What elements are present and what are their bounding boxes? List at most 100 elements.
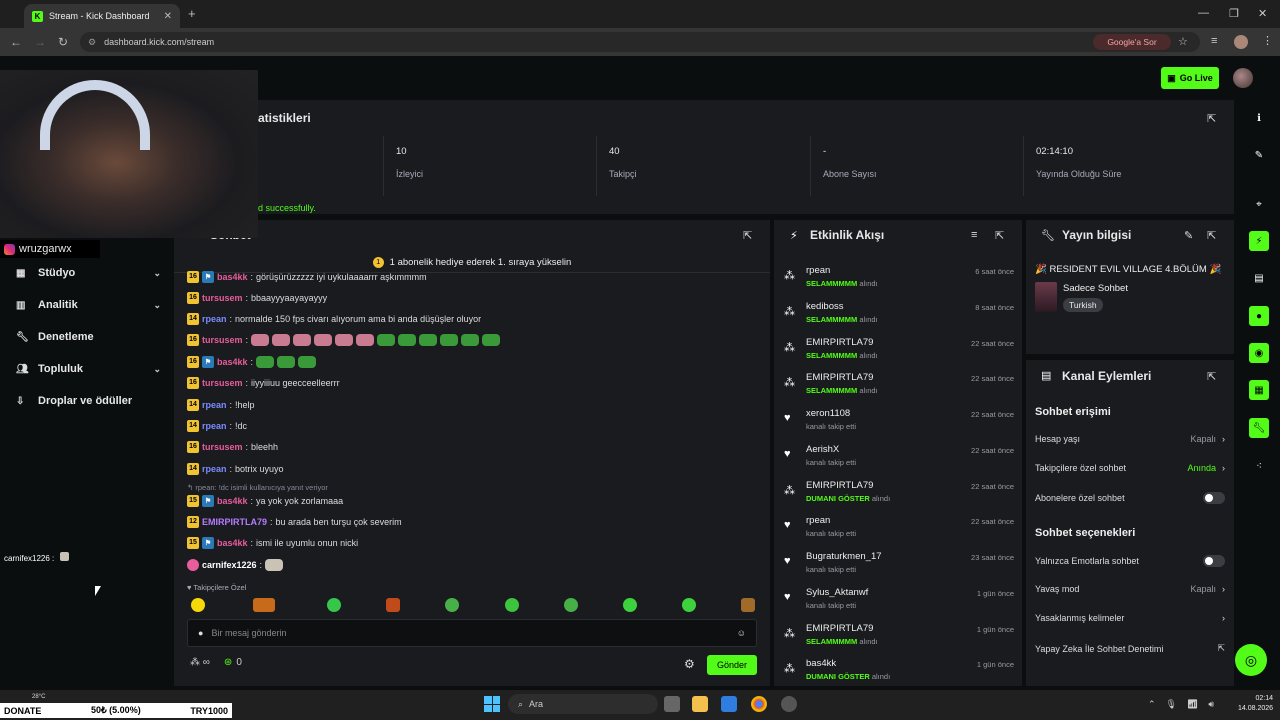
emote-button[interactable] [386,598,400,612]
chat-message[interactable]: 14 rpean: botrix uyuyo [187,460,284,477]
maximize-icon[interactable]: ❐ [1229,7,1239,20]
chat-username[interactable]: bas4kk [217,496,248,506]
emote-only-toggle[interactable] [1203,555,1225,567]
emote-button[interactable] [564,598,578,612]
share-icon[interactable]: ⁖ [1249,456,1269,476]
microphone-icon[interactable]: 🎙︎ [1166,699,1177,710]
chat-message[interactable]: 14 rpean: normalde 150 fps civarı alıyorum… [187,310,481,327]
popout-icon[interactable]: ⇱ [1207,229,1216,242]
taskbar-search[interactable]: ⌕ Ara [508,694,658,714]
chat-message[interactable]: 14 rpean: !help [187,396,255,413]
feed-item[interactable]: ⁂ EMIRPIRTLA79 SELAMMMMM alındı 1 gün önce [784,620,1014,656]
emote-button[interactable] [505,598,519,612]
feed-item[interactable]: ♥ rpean kanalı takip etti 22 saat önce [784,512,1014,548]
emote-button[interactable] [191,598,205,612]
send-button[interactable]: Gönder [707,655,757,675]
reload-icon[interactable]: ↻ [58,35,68,49]
feed-item[interactable]: ♥ xeron1108 kanalı takip etti 22 saat önce [784,405,1014,441]
chat-username[interactable]: rpean [202,400,227,410]
wrench-icon[interactable]: 🔧︎ [1249,418,1269,438]
chat-message[interactable]: 16 ⚑ bas4kk: görüşürüzzzzz iyi uykulaaaarrr… [187,268,427,285]
popout-icon[interactable]: ⇱ [1207,112,1216,125]
chat-message[interactable]: 16 tursusem: bleehh [187,438,278,455]
browser-tab[interactable]: K Stream - Kick Dashboard ✕ [24,4,180,28]
edit-icon[interactable]: ✎ [1184,229,1193,242]
wifi-icon[interactable]: 📶︎ [1187,699,1198,710]
site-info-icon[interactable]: ⚙ [88,37,96,48]
sidebar-item-moderation[interactable]: 🔧︎ Denetleme [16,331,161,343]
lightning-icon[interactable]: ⚡︎ [1249,231,1269,251]
banned-words-row[interactable]: Yasaklanmış kelimeler › [1035,613,1225,623]
chat-message[interactable]: 12 EMIRPIRTLA79: bu arada ben turşu çok se… [187,513,402,530]
chat-settings-icon[interactable]: ⚙ [684,657,695,671]
filter-icon[interactable]: ≡ [971,229,977,241]
volume-icon[interactable]: 🔊︎ [1208,699,1214,710]
feed-item[interactable]: ⁂ bas4kk DUMANI GÖSTER alındı 1 gün önce [784,655,1014,691]
chat-username[interactable]: tursusem [202,442,243,452]
chat-message[interactable]: 16 tursusem: [187,331,503,348]
chevron-up-icon[interactable]: ⌃ [1148,699,1156,710]
capture-icon[interactable]: ⌖ [1249,194,1269,214]
profile-avatar[interactable] [1234,35,1248,49]
chat-username[interactable]: bas4kk [217,538,248,548]
chat-message[interactable]: 14 rpean: !dc [187,417,247,434]
address-bar[interactable]: ⚙ dashboard.kick.com/stream [80,32,1200,52]
chat-bubble-icon[interactable]: ● [1249,306,1269,326]
help-chat-button[interactable]: ◎ [1235,644,1267,676]
chat-username[interactable]: rpean [202,464,227,474]
google-sor-button[interactable]: Google'a Sor [1093,34,1171,50]
feed-item[interactable]: ♥ AerishX kanalı takip etti 22 saat önce [784,441,1014,477]
chat-username[interactable]: carnifex1226 [202,560,257,570]
chat-username[interactable]: rpean [202,421,227,431]
task-view-icon[interactable] [664,696,680,712]
sidebar-item-studio[interactable]: ▦ Stüdyo ⌄ [16,267,161,279]
sidebar-item-community[interactable]: 👥︎ Topluluk ⌄ [16,363,161,375]
panel-icon[interactable]: ▦ [1249,380,1269,400]
info-icon[interactable]: ℹ [1249,108,1269,128]
feed-item[interactable]: ⁂ rpean SELAMMMMM alındı 6 saat önce [784,262,1014,298]
feed-item[interactable]: ♥ Bugraturkmen_17 kanalı takip etti 23 saat… [784,548,1014,584]
popout-icon[interactable]: ⇱ [995,229,1004,242]
reading-list-icon[interactable]: ≡ [1211,35,1217,47]
chat-message[interactable]: 15 ⚑ bas4kk: ismi ile uyumlu onun nicki [187,534,358,551]
emote-button[interactable] [327,598,341,612]
emote-button[interactable] [741,598,755,612]
pencil-icon[interactable]: ✎ [1249,145,1269,165]
broadcast-icon[interactable]: ◉ [1249,343,1269,363]
emoji-picker-icon[interactable]: ☺ [737,628,746,638]
chat-username[interactable]: rpean [202,314,227,324]
browser-menu-icon[interactable]: ⋮ [1262,34,1273,47]
chat-message[interactable]: 16 tursusem: bbaayyyaayayayyy [187,289,327,306]
chat-message[interactable]: 15 ⚑ bas4kk: ya yok yok zorlamaaa [187,492,343,509]
chat-input[interactable]: ● Bir mesaj gönderin ☺ [187,619,757,647]
subs-only-toggle[interactable] [1203,492,1225,504]
emote-button[interactable] [682,598,696,612]
system-tray[interactable]: ⌃ 🎙︎ 📶︎ 🔊︎ [1148,699,1214,710]
windows-start-icon[interactable] [484,696,500,712]
chat-username[interactable]: tursusem [202,293,243,303]
feed-item[interactable]: ⁂ EMIRPIRTLA79 SELAMMMMM alındı 22 saat önc… [784,369,1014,405]
slow-mode-row[interactable]: Yavaş mod Kapalı › [1035,584,1225,594]
feed-item[interactable]: ⁂ kediboss SELAMMMMM alındı 8 saat önce [784,298,1014,334]
go-live-button[interactable]: ▣ Go Live [1161,67,1219,89]
file-explorer-icon[interactable] [692,696,708,712]
chat-message[interactable]: 16 tursusem: iiyyiiiuu geecceelleerrr [187,374,340,391]
chrome-icon[interactable] [751,696,767,712]
app-icon[interactable] [781,696,797,712]
ai-moderation-row[interactable]: Yapay Zeka İle Sohbet Denetimi ⇱ [1035,643,1225,654]
new-tab-icon[interactable]: + [188,6,196,21]
forward-icon[interactable]: → [34,35,46,49]
minimize-icon[interactable]: — [1198,7,1209,19]
chat-username[interactable]: tursusem [202,335,243,345]
feed-item[interactable]: ⁂ EMIRPIRTLA79 DUMANI GÖSTER alındı 22 saat… [784,477,1014,513]
user-avatar[interactable] [1233,68,1253,88]
chat-username[interactable]: EMIRPIRTLA79 [202,517,267,527]
popout-icon[interactable]: ⇱ [1207,370,1216,383]
feed-item[interactable]: ♥ Sylus_Aktanwf kanalı takip etti 1 gün önc… [784,584,1014,620]
bookmark-star-icon[interactable]: ☆ [1178,35,1188,48]
document-icon[interactable]: ▤ [1249,268,1269,288]
sidebar-item-drops[interactable]: ⇩ Droplar ve ödüller [16,395,161,407]
followers-only-row[interactable]: Takipçilere özel sohbet Anında › [1035,463,1225,473]
account-age-row[interactable]: Hesap yaşı Kapalı › [1035,434,1225,444]
sidebar-item-analytics[interactable]: ▥ Analitik ⌄ [16,299,161,311]
